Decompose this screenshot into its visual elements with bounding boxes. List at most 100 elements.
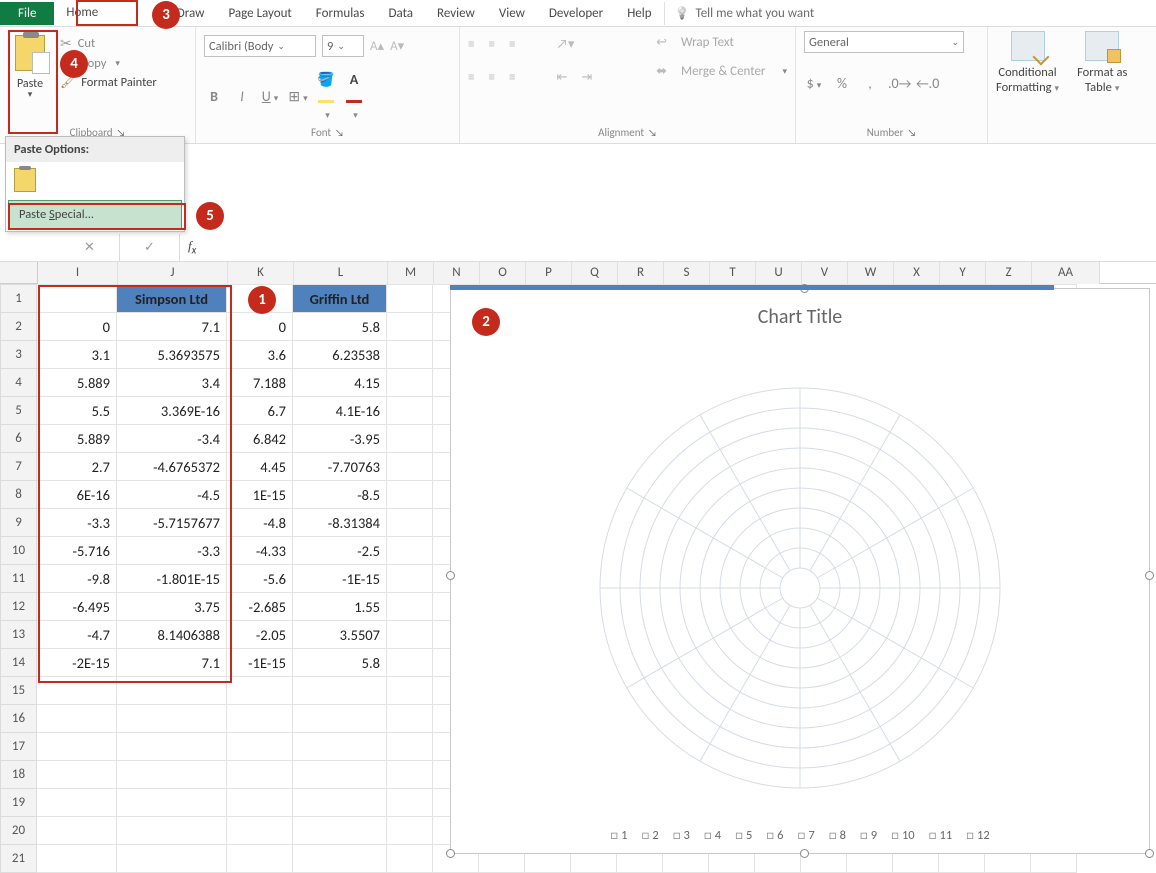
cell[interactable]: 4.45 bbox=[227, 453, 293, 481]
cell[interactable] bbox=[387, 397, 433, 425]
cell[interactable] bbox=[387, 761, 433, 789]
legend-item[interactable]: 10 bbox=[891, 828, 915, 843]
col-AA[interactable]: AA bbox=[1032, 262, 1100, 284]
cell[interactable] bbox=[117, 733, 227, 761]
col-O[interactable]: O bbox=[480, 262, 526, 284]
cell[interactable]: -3.3 bbox=[117, 537, 227, 565]
resize-handle[interactable] bbox=[1145, 849, 1154, 858]
fx-icon[interactable]: fx bbox=[180, 238, 204, 257]
col-P[interactable]: P bbox=[526, 262, 572, 284]
dialog-launcher-icon[interactable]: ↘ bbox=[335, 126, 344, 139]
col-R[interactable]: R bbox=[618, 262, 664, 284]
dialog-launcher-icon[interactable]: ↘ bbox=[648, 126, 657, 139]
cell[interactable]: 5.5 bbox=[37, 397, 117, 425]
cell[interactable]: Simpson Ltd bbox=[117, 285, 227, 313]
align-left-icon[interactable]: ≡ bbox=[468, 70, 474, 85]
legend-item[interactable]: 4 bbox=[704, 828, 721, 843]
increase-font-icon[interactable]: A▴ bbox=[370, 39, 384, 54]
col-V[interactable]: V bbox=[802, 262, 848, 284]
row-head[interactable]: 12 bbox=[1, 593, 37, 621]
row-head[interactable]: 8 bbox=[1, 481, 37, 509]
tab-page-layout[interactable]: Page Layout bbox=[216, 2, 303, 25]
cell[interactable]: 7.1 bbox=[117, 649, 227, 677]
cell[interactable]: -4.7 bbox=[37, 621, 117, 649]
row-head[interactable]: 10 bbox=[1, 537, 37, 565]
cell[interactable]: -6.495 bbox=[37, 593, 117, 621]
paste-special-item[interactable]: Paste Special... bbox=[8, 200, 182, 229]
row-head[interactable]: 19 bbox=[1, 789, 37, 817]
resize-handle[interactable] bbox=[800, 849, 809, 858]
cell[interactable]: -1E-15 bbox=[227, 649, 293, 677]
cell[interactable] bbox=[293, 761, 387, 789]
align-center-icon[interactable]: ≡ bbox=[488, 70, 494, 85]
col-L[interactable]: L bbox=[294, 262, 388, 284]
row-head[interactable]: 13 bbox=[1, 621, 37, 649]
cell[interactable] bbox=[387, 341, 433, 369]
cell[interactable] bbox=[117, 705, 227, 733]
cell[interactable]: -5.6 bbox=[227, 565, 293, 593]
col-U[interactable]: U bbox=[756, 262, 802, 284]
tab-data[interactable]: Data bbox=[377, 2, 426, 25]
wrap-text-icon[interactable]: ↩ bbox=[656, 35, 667, 50]
tab-developer[interactable]: Developer bbox=[537, 2, 615, 25]
cell[interactable] bbox=[387, 369, 433, 397]
select-all[interactable] bbox=[0, 262, 38, 283]
cell[interactable] bbox=[227, 789, 293, 817]
conditional-formatting-button[interactable]: ConditionalFormatting▾ bbox=[996, 31, 1059, 95]
col-Y[interactable]: Y bbox=[940, 262, 986, 284]
cell[interactable]: -8.31384 bbox=[293, 509, 387, 537]
cell[interactable]: 4.15 bbox=[293, 369, 387, 397]
cell[interactable]: -4.6765372 bbox=[117, 453, 227, 481]
cell[interactable] bbox=[387, 621, 433, 649]
cell[interactable]: 7.188 bbox=[227, 369, 293, 397]
cell[interactable]: 3.1 bbox=[37, 341, 117, 369]
row-head[interactable]: 2 bbox=[1, 313, 37, 341]
font-color-button[interactable]: A▾ bbox=[344, 71, 364, 122]
cell[interactable] bbox=[387, 425, 433, 453]
decrease-font-icon[interactable]: A▾ bbox=[390, 39, 404, 54]
cell[interactable]: 5.3693575 bbox=[117, 341, 227, 369]
row-head[interactable]: 18 bbox=[1, 761, 37, 789]
cell[interactable]: 3.5507 bbox=[293, 621, 387, 649]
cell[interactable] bbox=[117, 817, 227, 845]
cell[interactable]: 5.889 bbox=[37, 369, 117, 397]
cell[interactable]: 1.55 bbox=[293, 593, 387, 621]
cell[interactable] bbox=[387, 537, 433, 565]
cell[interactable] bbox=[387, 789, 433, 817]
resize-handle[interactable] bbox=[1145, 571, 1154, 580]
cell[interactable] bbox=[387, 453, 433, 481]
legend-item[interactable]: 12 bbox=[966, 828, 990, 843]
cell[interactable] bbox=[387, 705, 433, 733]
cell[interactable]: 4.1E-16 bbox=[293, 397, 387, 425]
cell[interactable] bbox=[117, 677, 227, 705]
cell[interactable] bbox=[37, 761, 117, 789]
cell[interactable]: 2.7 bbox=[37, 453, 117, 481]
cell[interactable]: -7.70763 bbox=[293, 453, 387, 481]
cell[interactable]: 3.369E-16 bbox=[117, 397, 227, 425]
cell[interactable]: 6.7 bbox=[227, 397, 293, 425]
row-head[interactable]: 16 bbox=[1, 705, 37, 733]
col-K[interactable]: K bbox=[228, 262, 294, 284]
cell[interactable] bbox=[37, 285, 117, 313]
align-top-icon[interactable]: ≡ bbox=[468, 37, 474, 52]
row-head[interactable]: 5 bbox=[1, 397, 37, 425]
align-bot-icon[interactable]: ≡ bbox=[509, 37, 515, 52]
row-head[interactable]: 20 bbox=[1, 817, 37, 845]
cell[interactable]: 7.1 bbox=[117, 313, 227, 341]
cell[interactable]: -1.801E-15 bbox=[117, 565, 227, 593]
legend-item[interactable]: 7 bbox=[798, 828, 815, 843]
align-right-icon[interactable]: ≡ bbox=[509, 70, 515, 85]
cell[interactable]: 6.842 bbox=[227, 425, 293, 453]
legend-item[interactable]: 8 bbox=[829, 828, 846, 843]
cell[interactable]: -3.95 bbox=[293, 425, 387, 453]
cell[interactable]: -3.4 bbox=[117, 425, 227, 453]
resize-handle[interactable] bbox=[446, 849, 455, 858]
row-head[interactable]: 11 bbox=[1, 565, 37, 593]
col-T[interactable]: T bbox=[710, 262, 756, 284]
cell[interactable] bbox=[387, 509, 433, 537]
enter-icon[interactable]: ✓ bbox=[120, 234, 180, 261]
cell[interactable]: 0 bbox=[227, 313, 293, 341]
font-size-combo[interactable]: 9⌄ bbox=[322, 35, 364, 57]
cell[interactable]: 3.75 bbox=[117, 593, 227, 621]
cell[interactable] bbox=[293, 789, 387, 817]
